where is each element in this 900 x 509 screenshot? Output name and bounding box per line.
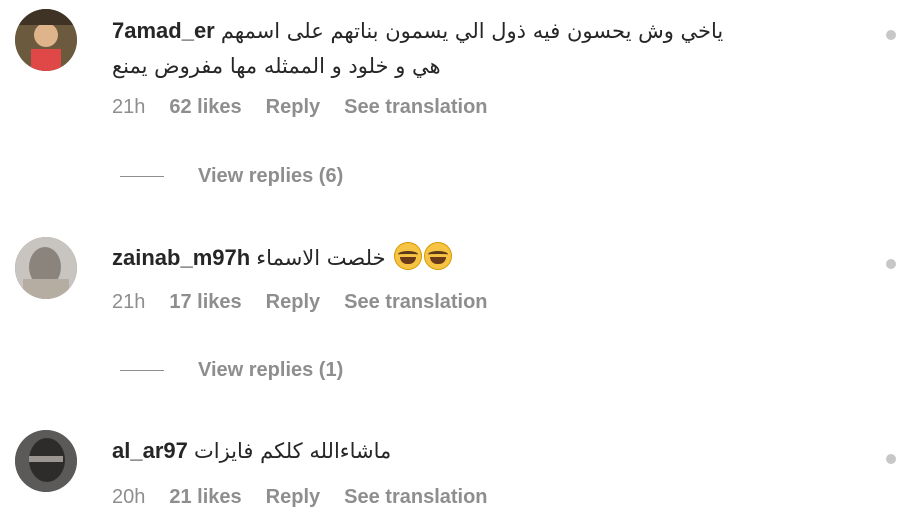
like-heart-icon[interactable]: [886, 454, 896, 464]
like-heart-icon[interactable]: [886, 259, 896, 269]
laughing-emoji-icon: [423, 242, 452, 270]
reply-button[interactable]: Reply: [266, 291, 320, 314]
comment-body-continued: هي و خلود و الممثله مها مفروض يمنع: [112, 54, 441, 78]
view-replies-label: View replies (1): [198, 359, 344, 381]
see-translation-button[interactable]: See translation: [344, 291, 487, 314]
view-replies-label: View replies (6): [198, 165, 344, 187]
timestamp: 21h: [112, 96, 146, 118]
comment-item: 7amad_er ياخي وش يحسون فيه ذول الي يسمون…: [0, 0, 900, 200]
replies-divider: [120, 370, 164, 371]
likes-count[interactable]: 17 likes: [169, 291, 241, 314]
like-heart-icon[interactable]: [886, 30, 896, 40]
comment-item: zainab_m97h خلصت الاسماء 21h 17 likes Re…: [0, 225, 900, 395]
comment-meta: 21h 17 likes Reply See translation: [112, 291, 488, 314]
view-replies-button[interactable]: View replies (6): [120, 165, 343, 188]
username[interactable]: 7amad_er: [112, 18, 215, 43]
comment-meta: 21h 62 likes Reply See translation: [112, 96, 488, 119]
timestamp: 21h: [112, 291, 146, 313]
username[interactable]: al_ar97: [112, 438, 188, 463]
avatar[interactable]: [15, 430, 77, 492]
comment-text: 7amad_er ياخي وش يحسون فيه ذول الي يسمون…: [112, 16, 723, 46]
comment-text: al_ar97 ماشاءالله كلكم فايزات: [112, 436, 391, 466]
laughing-emoji-icon: [393, 242, 422, 270]
replies-divider: [120, 176, 164, 177]
comment-body: ماشاءالله كلكم فايزات: [193, 439, 392, 463]
view-replies-button[interactable]: View replies (1): [120, 359, 343, 382]
avatar[interactable]: [15, 9, 77, 71]
comment-body: خلصت الاسماء: [256, 246, 386, 270]
likes-count[interactable]: 62 likes: [169, 96, 241, 119]
comment-body: ياخي وش يحسون فيه ذول الي يسمون بناتهم ع…: [220, 19, 724, 43]
see-translation-button[interactable]: See translation: [344, 96, 487, 119]
comment-item: al_ar97 ماشاءالله كلكم فايزات 20h 21 lik…: [0, 420, 900, 508]
avatar[interactable]: [15, 237, 77, 299]
reply-button[interactable]: Reply: [266, 96, 320, 119]
username[interactable]: zainab_m97h: [112, 245, 250, 270]
comment-text: zainab_m97h خلصت الاسماء: [112, 242, 452, 273]
